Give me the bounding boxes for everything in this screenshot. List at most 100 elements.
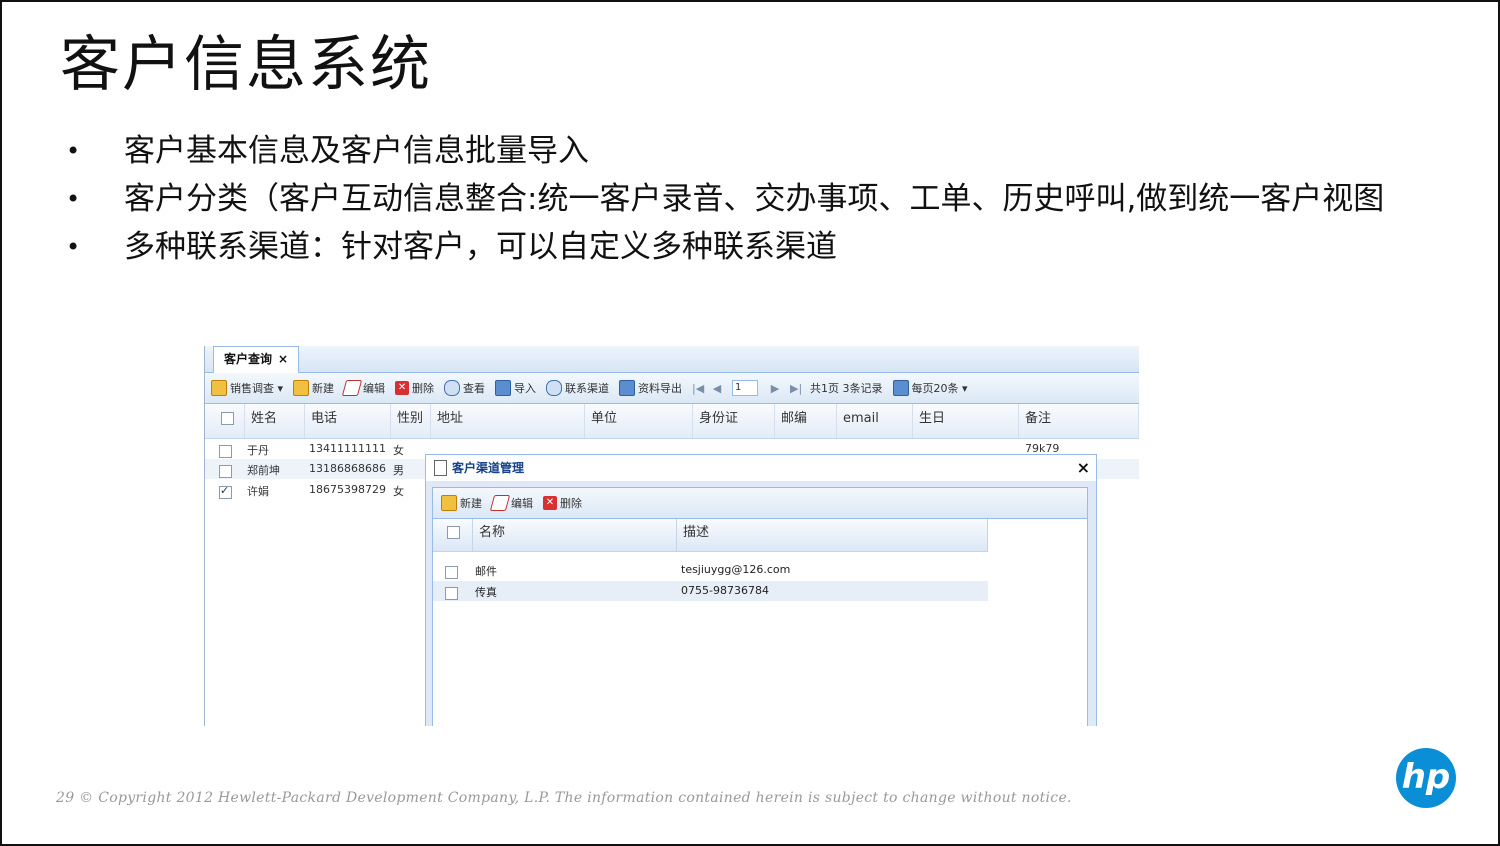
bullet-dot: • (66, 185, 81, 213)
checkbox[interactable] (219, 445, 232, 458)
cell-gender: 女 (393, 485, 404, 498)
delete-label: 删除 (412, 382, 435, 395)
checkbox[interactable] (445, 587, 458, 600)
survey-button[interactable]: 销售调查 ▾ (211, 380, 283, 396)
slide-title: 客户信息系统 (60, 30, 432, 100)
tab-customer-query[interactable]: 客户查询 × (213, 346, 300, 373)
table-row[interactable]: 传真 0755-98736784 (433, 581, 988, 601)
new-label: 新建 (312, 382, 335, 395)
checkbox[interactable] (447, 526, 460, 539)
per-page-select[interactable]: 每页20条 ▾ (892, 380, 968, 396)
col-header[interactable]: 备注 (1019, 404, 1139, 438)
main-toolbar: 销售调查 ▾ 新建 编辑 ✕ 删除 查看 导入 联系渠道 资料导出 |◀ ◀ 1 … (205, 373, 1139, 404)
last-page-icon[interactable]: ▶| (790, 382, 802, 395)
col-header[interactable]: 身份证 (693, 404, 775, 438)
close-icon[interactable]: × (1077, 455, 1090, 481)
dialog-delete-button[interactable]: ✕ 删除 (543, 495, 582, 511)
cell-name: 郑前坤 (247, 464, 280, 477)
checkbox[interactable] (445, 566, 458, 579)
cell-channel-name: 传真 (475, 586, 497, 599)
bullet-item: • 客户分类（客户互动信息整合:统一客户录音、交办事项、工单、历史呼叫,做到统一客… (62, 180, 1422, 218)
cell-gender: 男 (393, 464, 404, 477)
delete-icon: ✕ (543, 496, 557, 510)
col-header[interactable]: email (837, 404, 913, 438)
export-label: 资料导出 (638, 382, 683, 395)
col-header[interactable]: 姓名 (245, 404, 305, 438)
channels-button[interactable]: 联系渠道 (546, 380, 609, 396)
dialog-grid-header: 名称 描述 (433, 519, 988, 552)
survey-label: 销售调查 (230, 382, 274, 395)
new-label: 新建 (460, 497, 482, 510)
cell-phone: 13186868686 (309, 462, 386, 475)
dialog-titlebar: 客户渠道管理 × (426, 455, 1096, 481)
col-header[interactable]: 性别 (391, 404, 431, 438)
edit-icon (341, 380, 363, 396)
channel-dialog: 客户渠道管理 × 新建 编辑 ✕ 删除 名称 描述 邮件 tesjiuygg@12… (425, 454, 1097, 726)
slide: 客户信息系统 • 客户基本信息及客户信息批量导入 • 客户分类（客户互动信息整合:统… (0, 0, 1500, 846)
checkbox[interactable] (221, 412, 234, 425)
edit-label: 编辑 (511, 497, 533, 510)
bullet-text: 客户分类（客户互动信息整合:统一客户录音、交办事项、工单、历史呼叫,做到统一客户… (124, 181, 1385, 217)
tab-close-icon[interactable]: × (278, 352, 288, 366)
bullet-dot: • (66, 233, 81, 261)
delete-label: 删除 (560, 497, 582, 510)
col-header[interactable]: 电话 (305, 404, 391, 438)
prev-page-icon[interactable]: ◀ (712, 382, 722, 395)
import-label: 导入 (514, 382, 537, 395)
add-icon (441, 495, 457, 511)
col-header[interactable]: 名称 (473, 519, 677, 551)
import-icon (495, 380, 512, 396)
cell-channel-desc: 0755-98736784 (681, 584, 769, 597)
dialog-toolbar: 新建 编辑 ✕ 删除 (433, 488, 1087, 519)
page-info: 共1页 3条记录 (810, 382, 883, 395)
table-row[interactable]: 邮件 tesjiuygg@126.com (433, 560, 988, 580)
export-button[interactable]: 资料导出 (619, 380, 682, 396)
col-header[interactable]: 邮编 (775, 404, 837, 438)
edit-label: 编辑 (363, 382, 386, 395)
survey-icon (211, 380, 227, 396)
new-button[interactable]: 新建 (293, 380, 334, 396)
view-button[interactable]: 查看 (444, 380, 485, 396)
delete-icon: ✕ (395, 381, 410, 395)
dialog-edit-button[interactable]: 编辑 (489, 495, 533, 511)
bullet-text: 多种联系渠道：针对客户，可以自定义多种联系渠道 (124, 229, 837, 265)
cell-channel-name: 邮件 (475, 565, 497, 578)
cell-phone: 18675398729 (309, 483, 386, 496)
bullet-dot: • (66, 137, 81, 165)
dialog-title: 客户渠道管理 (452, 461, 525, 475)
per-page-label: 每页20条 (911, 382, 959, 395)
tab-bar: 客户查询 × (205, 346, 1139, 373)
table-icon (892, 380, 909, 396)
first-page-icon[interactable]: |◀ (692, 382, 704, 395)
edit-button[interactable]: 编辑 (341, 380, 386, 396)
grid-header: 姓名 电话 性别 地址 单位 身份证 邮编 email 生日 备注 (205, 404, 1139, 439)
checkbox-checked[interactable] (219, 484, 232, 499)
page-number-input[interactable]: 1 (732, 380, 759, 396)
bullet-text: 客户基本信息及客户信息批量导入 (124, 133, 589, 169)
magnifier-icon (444, 380, 461, 396)
add-icon (293, 380, 310, 396)
select-all-checkbox[interactable] (205, 404, 245, 438)
col-header[interactable]: 生日 (913, 404, 1019, 438)
checkbox[interactable] (219, 465, 232, 478)
tab-label: 客户查询 (224, 352, 273, 366)
cell-phone: 13411111111 (309, 442, 386, 455)
channels-icon (546, 380, 563, 396)
import-button[interactable]: 导入 (495, 380, 536, 396)
next-page-icon[interactable]: ▶ (770, 382, 780, 395)
delete-button[interactable]: ✕ 删除 (395, 380, 434, 396)
col-header[interactable]: 地址 (431, 404, 585, 438)
hp-logo: hp (1396, 748, 1456, 808)
bullet-item: • 客户基本信息及客户信息批量导入 (62, 132, 1422, 170)
bullet-item: • 多种联系渠道：针对客户，可以自定义多种联系渠道 (62, 228, 1422, 266)
document-icon (434, 460, 447, 476)
view-label: 查看 (463, 382, 486, 395)
cell-gender: 女 (393, 444, 404, 457)
col-header[interactable]: 单位 (585, 404, 693, 438)
cell-name: 许娟 (247, 485, 269, 498)
export-icon (619, 380, 636, 396)
select-all-checkbox[interactable] (433, 519, 473, 551)
dialog-new-button[interactable]: 新建 (441, 495, 482, 511)
edit-icon (489, 495, 511, 511)
col-header[interactable]: 描述 (677, 519, 988, 551)
